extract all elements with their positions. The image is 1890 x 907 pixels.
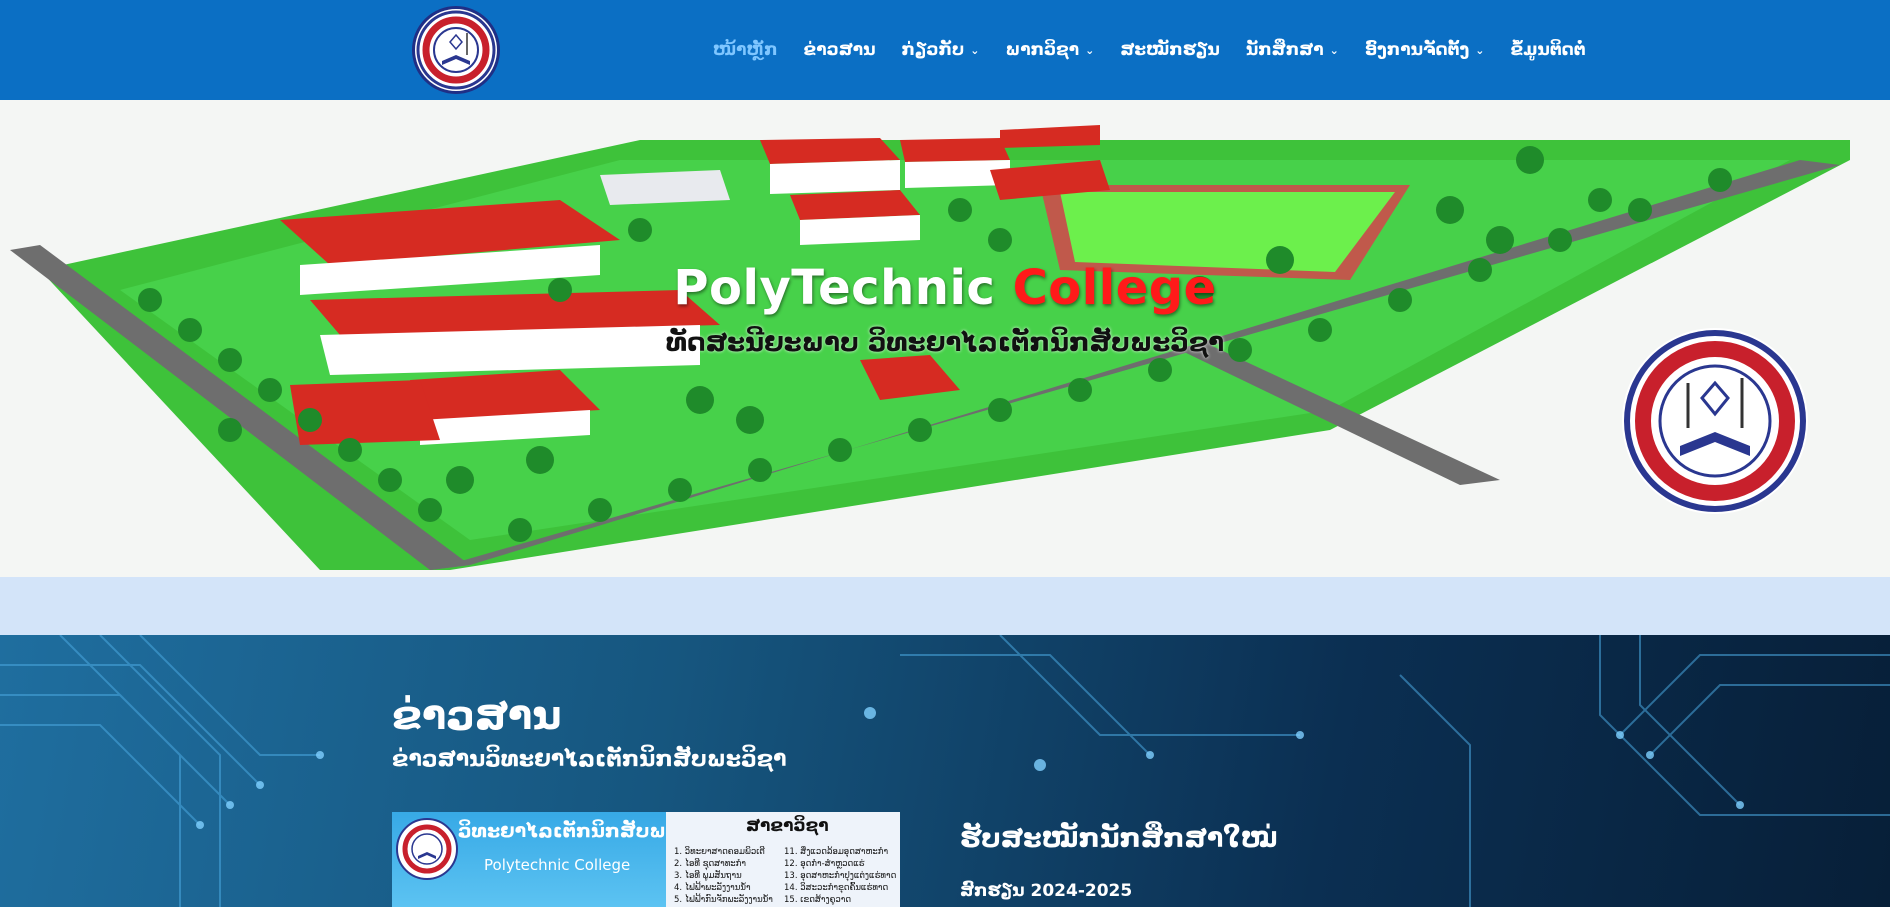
nav-item-organizations[interactable]: ອົງການຈັດຕັ້ງ ⌄ bbox=[1352, 0, 1498, 100]
poster-program-list-left: 1. ວິທະຍາສາດຄອມພິວເຕີ 2. ໄອທີ ຊຸດສາທະກຳ … bbox=[674, 846, 784, 906]
list-item: 13. ອຸດສາຫະກຳປຸງແຕ່ງແຮ່ທາດ bbox=[784, 871, 897, 881]
nav-item-home[interactable]: ໜ້າຫຼັກ bbox=[700, 0, 791, 100]
nav-item-students[interactable]: ນັກສຶກສາ ⌄ bbox=[1233, 0, 1352, 100]
list-item: 1. ວິທະຍາສາດຄອມພິວເຕີ bbox=[674, 847, 765, 857]
chevron-down-icon: ⌄ bbox=[970, 43, 980, 57]
list-item: 4. ໄຟຟ້າພະລັງງານນ້ຳ bbox=[674, 883, 751, 893]
news-section: ຂ່າວສານ ຂ່າວສານວິທະຍາໄລເຕັກນິກສັບພະວິຊາ … bbox=[0, 635, 1890, 907]
hero-banner: PolyTechnic College ທັດສະນີຍະພາບ ວິທະຍາໄ… bbox=[0, 100, 1890, 577]
nav-item-about[interactable]: ກ່ຽວກັບ ⌄ bbox=[889, 0, 993, 100]
nav-item-label: ໜ້າຫຼັກ bbox=[713, 40, 778, 60]
circuit-background-image bbox=[0, 635, 1890, 907]
nav-item-label: ນັກສຶກສາ bbox=[1245, 40, 1324, 60]
college-seal-badge bbox=[1622, 328, 1808, 514]
poster-program-heading: ສາຂາວິຊາ bbox=[746, 816, 829, 836]
admission-poster-image[interactable]: ວິທະຍາໄລເຕັກນິກສັບພະວິຊາ Polytechnic Col… bbox=[392, 812, 900, 907]
list-item: 5. ໄຟຟ້າກົນຈັກພະລັງງານນ້ຳ bbox=[674, 895, 773, 905]
chevron-down-icon: ⌄ bbox=[1085, 43, 1095, 57]
nav-item-label: ພາກວິຊາ bbox=[1005, 40, 1080, 60]
chevron-down-icon: ⌄ bbox=[1475, 43, 1485, 57]
list-item: 12. ອຸດກຳ-ສຳຫຼວດແຮ່ bbox=[784, 859, 865, 869]
nav-item-label: ສະໝັກຮຽນ bbox=[1120, 40, 1220, 60]
poster-college-name-en: Polytechnic College bbox=[484, 856, 631, 874]
college-seal-icon bbox=[416, 10, 496, 90]
college-logo[interactable] bbox=[412, 6, 500, 94]
college-seal-icon bbox=[1624, 330, 1806, 512]
college-seal-icon bbox=[396, 818, 458, 880]
enrollment-title[interactable]: ຮັບສະໝັກນັກສຶກສາໃໝ່ bbox=[960, 823, 1278, 854]
nav-item-contact[interactable]: ຂໍ້ມູນຕິດຕໍ່ bbox=[1497, 0, 1598, 100]
list-item: 15. ເຂດສ້າງຄູວາດ bbox=[784, 895, 852, 905]
main-nav: ໜ້າຫຼັກ ຂ່າວສານ ກ່ຽວກັບ ⌄ ພາກວິຊາ ⌄ ສະໝັ… bbox=[700, 0, 1599, 100]
hero-title-accent: College bbox=[1012, 260, 1217, 316]
nav-item-label: ຂ່າວສານ bbox=[803, 40, 876, 60]
nav-item-departments[interactable]: ພາກວິຊາ ⌄ bbox=[992, 0, 1107, 100]
nav-item-news[interactable]: ຂ່າວສານ bbox=[791, 0, 889, 100]
hero-subtitle: ທັດສະນີຍະພາບ ວິທະຍາໄລເຕັກນິກສັບພະວິຊາ bbox=[665, 328, 1225, 358]
section-divider bbox=[0, 577, 1890, 635]
list-item: 11. ສິ່ງແວດລ້ອມອຸດສາຫະກຳ bbox=[784, 847, 889, 857]
list-item: 2. ໄອທີ ຊຸດສາທະກຳ bbox=[674, 859, 746, 869]
poster-header-panel: ວິທະຍາໄລເຕັກນິກສັບພະວິຊາ Polytechnic Col… bbox=[392, 812, 718, 907]
nav-item-label: ກ່ຽວກັບ bbox=[901, 40, 965, 60]
hero-title-main: PolyTechnic bbox=[673, 260, 1013, 316]
list-item: 14. ວິສະວະກຳຂຸດຄົ້ນແຮ່ທາດ bbox=[784, 883, 889, 893]
enrollment-year: ສົກຮຽນ 2024-2025 bbox=[960, 881, 1133, 901]
list-item: 3. ໄອທີ ພູມສັນຖານ bbox=[674, 871, 742, 881]
news-subtitle: ຂ່າວສານວິທະຍາໄລເຕັກນິກສັບພະວິຊາ bbox=[392, 747, 787, 772]
site-header: ໜ້າຫຼັກ ຂ່າວສານ ກ່ຽວກັບ ⌄ ພາກວິຊາ ⌄ ສະໝັ… bbox=[0, 0, 1890, 100]
nav-item-admission[interactable]: ສະໝັກຮຽນ bbox=[1107, 0, 1233, 100]
hero-title: PolyTechnic College bbox=[0, 260, 1890, 316]
nav-item-label: ອົງການຈັດຕັ້ງ bbox=[1364, 40, 1470, 60]
news-title: ຂ່າວສານ bbox=[392, 693, 562, 739]
poster-program-list-right: 11. ສິ່ງແວດລ້ອມອຸດສາຫະກຳ 12. ອຸດກຳ-ສຳຫຼວ… bbox=[784, 846, 896, 906]
poster-program-panel: ສາຂາວິຊາ 1. ວິທະຍາສາດຄອມພິວເຕີ 2. ໄອທີ ຊ… bbox=[666, 812, 900, 907]
nav-item-label: ຂໍ້ມູນຕິດຕໍ່ bbox=[1510, 40, 1586, 60]
chevron-down-icon: ⌄ bbox=[1329, 43, 1339, 57]
